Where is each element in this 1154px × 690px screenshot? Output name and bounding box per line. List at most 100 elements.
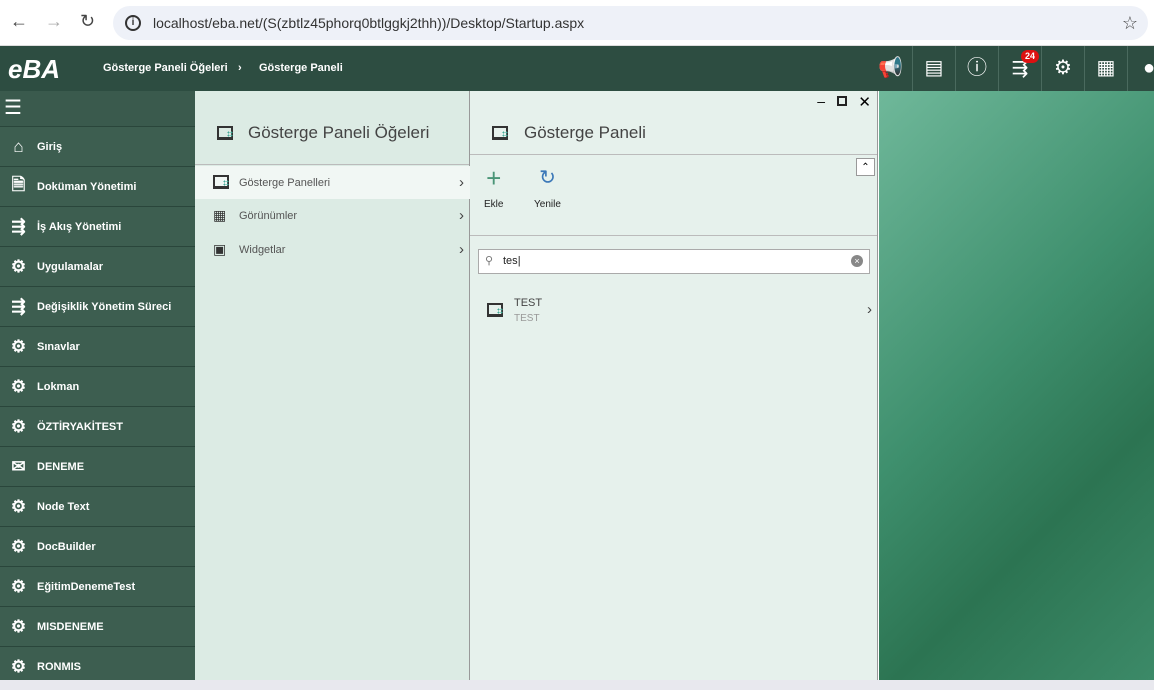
sidebar-item-label: İş Akış Yönetimi: [37, 220, 122, 233]
item-label: Görünümler: [239, 209, 298, 222]
refresh-icon: ↻: [539, 167, 556, 189]
dashboard-icon: [213, 174, 229, 189]
url-text: localhost/eba.net/(S(zbtlz45phorq0btlggk…: [153, 15, 585, 31]
sidebar-item[interactable]: ⚙ Node Text: [0, 487, 195, 527]
gears-icon: ⚙: [10, 496, 27, 516]
search-value: tes: [503, 255, 518, 267]
address-bar[interactable]: i localhost/eba.net/(S(zbtlz45phorq0btlg…: [113, 6, 1148, 40]
sidebar-item[interactable]: ⇶ Değişiklik Yönetim Süreci: [0, 287, 195, 327]
gears-icon: ⚙: [10, 656, 27, 676]
list-item-dashboards[interactable]: Gösterge Panelleri ›: [195, 166, 470, 199]
breadcrumb-item[interactable]: Gösterge Paneli Öğeleri: [103, 62, 228, 74]
grid-icon: ▦: [213, 207, 227, 223]
envelope-icon: ✉: [11, 456, 26, 476]
sidebar-item-label: Node Text: [37, 500, 90, 513]
breadcrumb-separator: ›: [238, 62, 242, 74]
taskbar: [0, 680, 1154, 690]
document-gear-icon: 🗎: [11, 175, 26, 194]
breadcrumb-item[interactable]: Gösterge Paneli: [259, 62, 343, 74]
list-item-views[interactable]: ▦ Görünümler ›: [195, 199, 470, 232]
home-icon: ⌂: [13, 136, 24, 156]
sidebar-item[interactable]: ⚙ EğitimDenemeTest: [0, 567, 195, 607]
forward-icon[interactable]: →: [45, 11, 63, 32]
sidebar-item-label: MISDENEME: [37, 620, 104, 633]
minimize-icon[interactable]: –: [817, 93, 825, 109]
add-button[interactable]: + Ekle: [484, 163, 504, 210]
gears-icon: ⚙: [10, 416, 27, 436]
sidebar-item-label: Uygulamalar: [37, 260, 104, 273]
sidebar-item[interactable]: 🗎 Doküman Yönetimi: [0, 167, 195, 207]
workflow-icon: ⇶: [11, 296, 26, 316]
widget-icon: ▣: [213, 241, 227, 257]
megaphone-icon[interactable]: 📢: [869, 46, 912, 91]
sidebar-item-label: DENEME: [37, 460, 85, 473]
sidebar-item-label: DocBuilder: [37, 540, 96, 553]
workflow-tasks-icon[interactable]: ⇶ 24: [998, 46, 1041, 91]
back-icon[interactable]: ←: [10, 11, 28, 32]
sidebar-item[interactable]: ⚙ ÖZTİRYAKİTEST: [0, 407, 195, 447]
settings-icon[interactable]: ⚙: [1041, 46, 1084, 91]
user-icon[interactable]: ●: [1127, 46, 1154, 91]
eba-logo: eBA: [8, 54, 61, 84]
sidebar-item[interactable]: ⚙ Lokman: [0, 367, 195, 407]
sidebar: ☰ ⌂ Giriş 🗎 Doküman Yönetimi ⇶ İş Akış Yöneti…: [0, 91, 195, 687]
info-icon[interactable]: ⓘ: [955, 46, 998, 91]
workflow-icon: ⇶: [11, 216, 26, 236]
search-input[interactable]: ⚲ tes| ×: [478, 249, 870, 274]
gears-icon: ⚙: [10, 616, 27, 636]
clear-search-icon[interactable]: ×: [851, 255, 863, 267]
chat-icon[interactable]: ▤: [912, 46, 955, 91]
dashboard-icon: [217, 126, 233, 140]
gears-icon: ⚙: [10, 576, 27, 596]
gears-icon: ⚙: [10, 256, 27, 276]
sidebar-item[interactable]: ⚙ MISDENEME: [0, 607, 195, 647]
sidebar-item-label: EğitimDenemeTest: [37, 580, 136, 593]
sidebar-item[interactable]: ⌂ Giriş: [0, 127, 195, 167]
search-icon: ⚲: [485, 255, 494, 267]
sidebar-item-label: Sınavlar: [37, 340, 80, 353]
sidebar-item[interactable]: ⚙ DocBuilder: [0, 527, 195, 567]
sidebar-item-label: ÖZTİRYAKİTEST: [37, 420, 123, 433]
chevron-right-icon: ›: [459, 241, 464, 258]
collapse-toolbar-button[interactable]: ⌃: [856, 158, 875, 176]
item-label: Widgetlar: [239, 243, 286, 256]
sidebar-item-label: RONMIS: [37, 660, 81, 673]
menu-toggle-icon[interactable]: ☰: [0, 91, 195, 127]
dashboard-panel: – ✕ Gösterge Paneli ⌃ + Ekle ↻ Yenile ⚲ te…: [470, 91, 878, 680]
sidebar-item-label: Değişiklik Yönetim Süreci: [37, 300, 172, 313]
report-timer-icon[interactable]: ▦: [1084, 46, 1127, 91]
chevron-right-icon: ›: [867, 301, 872, 318]
maximize-icon[interactable]: [837, 96, 847, 106]
chevron-right-icon: ›: [459, 174, 464, 191]
reload-icon[interactable]: ↻: [80, 11, 95, 32]
close-icon[interactable]: ✕: [858, 93, 871, 111]
item-label: Gösterge Panelleri: [239, 176, 331, 189]
dashboard-items-panel: Gösterge Paneli Öğeleri Gösterge Panelle…: [195, 91, 470, 680]
result-subtitle: TEST: [514, 313, 540, 324]
gears-icon: ⚙: [10, 376, 27, 396]
sidebar-item-label: Giriş: [37, 140, 63, 153]
gears-icon: ⚙: [10, 336, 27, 356]
chevron-right-icon: ›: [459, 207, 464, 224]
add-label: Ekle: [484, 199, 504, 210]
bookmark-star-icon[interactable]: ☆: [1122, 6, 1138, 40]
list-item-widgets[interactable]: ▣ Widgetlar ›: [195, 233, 470, 266]
site-info-icon[interactable]: i: [125, 15, 141, 31]
refresh-button[interactable]: ↻ Yenile: [534, 166, 561, 210]
result-title: TEST: [514, 297, 543, 309]
dashboard-icon: [492, 126, 508, 140]
sidebar-item[interactable]: ⚙ Uygulamalar: [0, 247, 195, 287]
browser-toolbar: ← → ↻ i localhost/eba.net/(S(zbtlz45phor…: [0, 0, 1154, 46]
sidebar-item-label: Lokman: [37, 380, 80, 393]
panel-title: Gösterge Paneli: [524, 123, 646, 142]
sidebar-item[interactable]: ⚙ Sınavlar: [0, 327, 195, 367]
sidebar-item[interactable]: ⇶ İş Akış Yönetimi: [0, 207, 195, 247]
result-item[interactable]: TEST TEST ›: [470, 291, 878, 327]
gears-icon: ⚙: [10, 536, 27, 556]
sidebar-item[interactable]: ✉ DENEME: [0, 447, 195, 487]
plus-icon: +: [486, 163, 502, 193]
notification-badge: 24: [1020, 50, 1039, 63]
desktop-background: [879, 91, 1154, 680]
dashboard-icon: [487, 303, 503, 317]
app-header: eBA Gösterge Paneli Öğeleri › Gösterge P…: [0, 46, 1154, 91]
